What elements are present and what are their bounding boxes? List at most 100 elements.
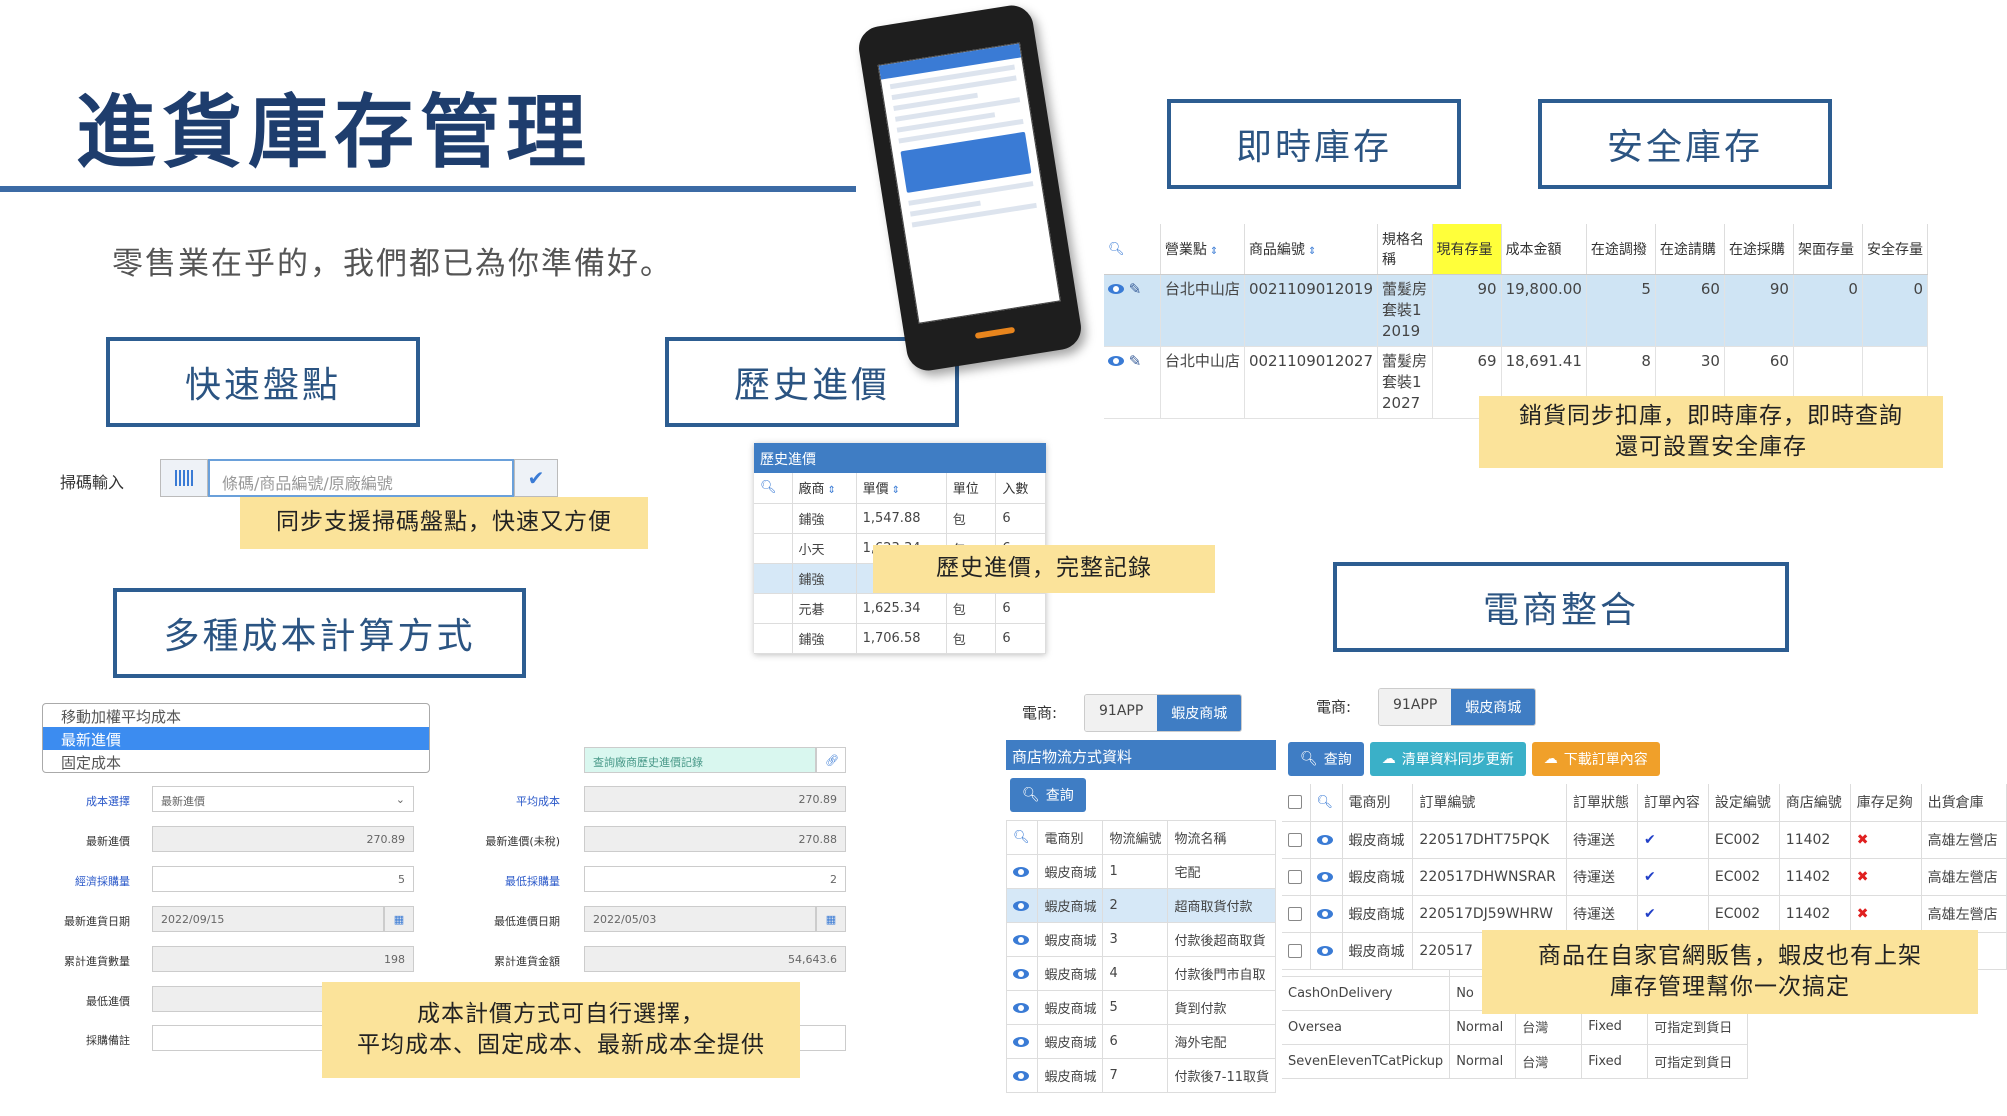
- row-checkbox[interactable]: [1288, 906, 1302, 921]
- col-shelf[interactable]: 架面存量: [1793, 224, 1863, 275]
- col-request[interactable]: 在途請購: [1655, 224, 1725, 275]
- cost-basis-select[interactable]: 最新進價 ⌄: [152, 786, 414, 812]
- total-qty-field[interactable]: 198: [152, 946, 414, 972]
- col-store-no[interactable]: 商店編號: [1779, 784, 1851, 822]
- history-link[interactable]: 查詢廠商歷史進價記錄: [584, 747, 816, 773]
- row-checkbox[interactable]: [1288, 869, 1302, 884]
- link-icon[interactable]: 🔗︎: [816, 747, 846, 773]
- col-order-content[interactable]: 訂單內容: [1637, 784, 1709, 822]
- col-spec[interactable]: 規格名稱: [1377, 224, 1433, 275]
- search-icon[interactable]: 🔍︎: [760, 480, 777, 495]
- table-row[interactable]: 鋪強 1,706.58 包 6: [754, 623, 1046, 654]
- edit-icon[interactable]: ✎: [1129, 352, 1142, 370]
- col-logistics-name[interactable]: 物流名稱: [1167, 820, 1276, 855]
- view-icon[interactable]: [1108, 284, 1124, 294]
- total-qty-label: 累計進貨數量: [64, 955, 130, 968]
- dropdown-option[interactable]: 移動加權平均成本: [43, 704, 429, 727]
- view-icon[interactable]: [1316, 871, 1333, 882]
- col-platform[interactable]: 電商別: [1037, 820, 1104, 855]
- latest-price-field[interactable]: 270.89: [152, 826, 414, 852]
- col-price[interactable]: 單價 ⇕: [856, 473, 947, 504]
- view-icon[interactable]: [1013, 1070, 1029, 1081]
- view-icon[interactable]: [1108, 356, 1124, 366]
- table-row[interactable]: 元碁 1,625.34 包 6: [754, 593, 1046, 624]
- col-code[interactable]: 商品編號 ⇕: [1244, 224, 1379, 275]
- barcode-button[interactable]: [160, 459, 208, 497]
- table-row[interactable]: 蝦皮商城 3 付款後超商取貨: [1006, 922, 1276, 957]
- table-row[interactable]: 蝦皮商城 2 超商取貨付款: [1006, 888, 1276, 923]
- orders-query-button[interactable]: 🔍︎ 查詢: [1288, 742, 1364, 776]
- table-row[interactable]: Oversea Normal 台灣 Fixed 可指定到貨日: [1282, 1010, 1749, 1045]
- calendar-icon[interactable]: ▦: [384, 906, 414, 932]
- table-row[interactable]: 蝦皮商城 1 宅配: [1006, 854, 1276, 889]
- view-icon[interactable]: [1316, 908, 1333, 919]
- col-vendor[interactable]: 廠商 ⇕: [792, 473, 857, 504]
- col-logistics-id[interactable]: 物流編號: [1102, 820, 1169, 855]
- table-row[interactable]: 蝦皮商城 6 海外宅配: [1006, 1024, 1276, 1059]
- confirm-button[interactable]: ✔: [514, 459, 558, 497]
- view-icon[interactable]: [1013, 934, 1029, 945]
- search-icon[interactable]: 🔍︎: [1317, 795, 1334, 810]
- col-platform[interactable]: 電商別: [1342, 784, 1414, 822]
- logistics-panel: 商店物流方式資料 🔍︎ 查詢 🔍︎ 電商別 物流編號 物流名稱 蝦皮商城 1 宅配 蝦…: [1006, 740, 1276, 1093]
- col-transfer[interactable]: 在途調撥: [1586, 224, 1656, 275]
- sync-button[interactable]: ☁ 清單資料同步更新: [1369, 742, 1526, 776]
- col-purchase[interactable]: 在途採購: [1724, 224, 1794, 275]
- col-warehouse[interactable]: 出貨倉庫: [1921, 784, 2007, 822]
- econ-qty-field[interactable]: 5: [152, 866, 414, 892]
- dropdown-option-selected[interactable]: 最新進價: [43, 727, 429, 750]
- row-checkbox[interactable]: [1288, 943, 1302, 958]
- select-all-checkbox[interactable]: [1288, 795, 1302, 810]
- min-qty-field[interactable]: 2: [584, 866, 846, 892]
- col-qty[interactable]: 現有存量: [1432, 224, 1502, 275]
- avg-cost-label: 平均成本: [516, 795, 560, 808]
- table-row[interactable]: ✎ 台北中山店 0021109012019 蕾髮房套裝12019 90 19,8…: [1104, 274, 1929, 347]
- table-row[interactable]: 蝦皮商城 4 付款後門市自取: [1006, 956, 1276, 991]
- col-order-status[interactable]: 訂單狀態: [1566, 784, 1638, 822]
- table-row[interactable]: 蝦皮商城 7 付款後7-11取貨: [1006, 1058, 1276, 1093]
- view-icon[interactable]: [1316, 834, 1333, 845]
- tab-shopee[interactable]: 蝦皮商城: [1451, 689, 1536, 725]
- table-row[interactable]: 蝦皮商城 220517DJ59WHRW 待運送 ✔ EC002 11402 ✖ 高雄左營店: [1282, 895, 2007, 933]
- view-icon[interactable]: [1316, 945, 1333, 956]
- calendar-icon[interactable]: ▦: [816, 906, 846, 932]
- view-icon[interactable]: [1013, 1002, 1029, 1013]
- col-safety[interactable]: 安全存量: [1862, 224, 1929, 275]
- tab-91app[interactable]: 91APP: [1085, 695, 1158, 731]
- logistics-query-button[interactable]: 🔍︎ 查詢: [1010, 778, 1086, 812]
- view-icon[interactable]: [1013, 1036, 1029, 1047]
- col-qty[interactable]: 入數: [995, 473, 1046, 504]
- min-date-field[interactable]: 2022/05/03: [584, 906, 816, 932]
- row-checkbox[interactable]: [1288, 832, 1302, 847]
- table-row[interactable]: 蝦皮商城 5 貨到付款: [1006, 990, 1276, 1025]
- search-icon[interactable]: 🔍︎: [1108, 242, 1125, 257]
- latest-date-field[interactable]: 2022/09/15: [152, 906, 384, 932]
- col-store[interactable]: 營業點 ⇕: [1160, 224, 1245, 275]
- latest-untaxed-field[interactable]: 270.88: [584, 826, 846, 852]
- table-row[interactable]: SevenElevenTCatPickup Normal 台灣 Fixed 可指定到貨日: [1282, 1044, 1749, 1079]
- download-button[interactable]: ☁ 下載訂單內容: [1531, 742, 1660, 776]
- view-icon[interactable]: [1013, 866, 1029, 877]
- table-row[interactable]: 鋪強 1,547.88 包 6: [754, 503, 1046, 534]
- col-cost[interactable]: 成本金額: [1501, 224, 1587, 275]
- table-row[interactable]: 蝦皮商城 220517DHWNSRAR 待運送 ✔ EC002 11402 ✖ 高雄左營店: [1282, 858, 2007, 896]
- view-icon[interactable]: [1013, 900, 1029, 911]
- tab-shopee[interactable]: 蝦皮商城: [1157, 695, 1242, 731]
- search-icon[interactable]: 🔍︎: [1013, 830, 1030, 845]
- barcode-icon: [175, 470, 193, 486]
- dropdown-option[interactable]: 固定成本: [43, 750, 429, 773]
- total-amount-field[interactable]: 54,643.6: [584, 946, 846, 972]
- col-setting-no[interactable]: 設定編號: [1708, 784, 1780, 822]
- scan-input[interactable]: 條碼/商品編號/原廠編號: [208, 459, 514, 497]
- edit-icon[interactable]: ✎: [1129, 280, 1142, 298]
- avg-cost-field[interactable]: 270.89: [584, 786, 846, 812]
- cost-method-dropdown[interactable]: 移動加權平均成本 最新進價 固定成本: [42, 703, 430, 773]
- col-stock-enough[interactable]: 庫存足夠: [1850, 784, 1922, 822]
- tab-91app[interactable]: 91APP: [1379, 689, 1452, 725]
- col-unit[interactable]: 單位: [946, 473, 997, 504]
- col-order-no[interactable]: 訂單編號: [1412, 784, 1568, 822]
- callout-history: 歷史進價，完整記錄: [873, 545, 1215, 593]
- callout-cost: 成本計價方式可自行選擇， 平均成本、固定成本、最新成本全提供: [322, 982, 800, 1078]
- table-row[interactable]: 蝦皮商城 220517DHT75PQK 待運送 ✔ EC002 11402 ✖ 高雄左營店: [1282, 821, 2007, 859]
- view-icon[interactable]: [1013, 968, 1029, 979]
